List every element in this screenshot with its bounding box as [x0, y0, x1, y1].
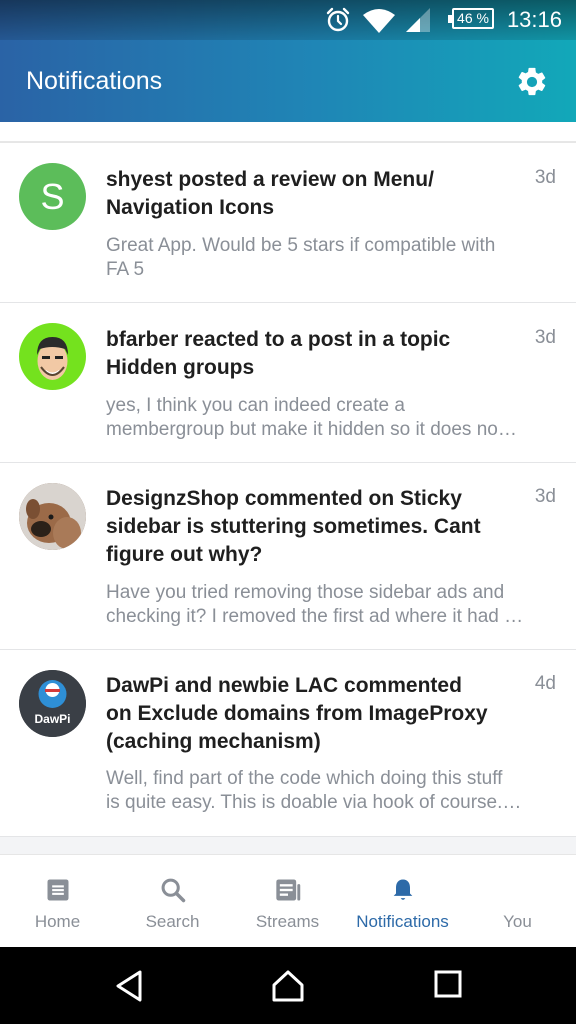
- list-top-strip: [0, 122, 576, 142]
- search-icon: [161, 878, 186, 903]
- snippet-line: membergroup but make it hidden so it doe…: [106, 419, 517, 440]
- notification-title: DesignzShop commented on Sticky sidebar …: [106, 485, 520, 569]
- title-line: figure out why?: [106, 543, 263, 566]
- snippet-line: is quite easy. This is doable via hook o…: [106, 792, 522, 813]
- battery-indicator: 46 %: [448, 8, 494, 29]
- snippet-line: yes, I think you can indeed create a: [106, 395, 405, 416]
- avatar[interactable]: DawPi: [19, 670, 86, 737]
- notification-snippet: yes, I think you can indeed create a mem…: [106, 394, 556, 442]
- notification-age: 3d: [534, 486, 556, 507]
- streams-icon: [276, 879, 301, 901]
- title-line: DawPi and newbie LAC commented: [106, 674, 462, 697]
- snippet-line: checking it? I removed the first ad wher…: [106, 606, 524, 627]
- notification-snippet: Well, find part of the code which doing …: [106, 767, 556, 815]
- notification-title: shyest posted a review on Menu/ Navigati…: [106, 166, 520, 222]
- title-line: on Exclude domains from ImageProxy: [106, 702, 488, 725]
- bottom-navigation: Home Search Streams Notifications You: [0, 854, 576, 947]
- avatar[interactable]: S: [19, 163, 86, 230]
- tab-label: You: [503, 912, 532, 931]
- notification-age: 3d: [534, 327, 556, 348]
- notification-list[interactable]: S shyest posted a review on Menu/ Naviga…: [0, 122, 576, 854]
- notification-item[interactable]: S shyest posted a review on Menu/ Naviga…: [0, 143, 576, 303]
- tab-label: Search: [145, 912, 200, 931]
- avatar[interactable]: [19, 323, 86, 390]
- tab-label: Home: [34, 912, 81, 931]
- wifi-icon: [363, 9, 395, 33]
- dog-photo-icon: [19, 483, 86, 550]
- bell-icon: [393, 879, 413, 900]
- tab-notifications[interactable]: Notifications: [345, 855, 460, 948]
- home-button-icon[interactable]: [271, 969, 305, 1003]
- snippet-line: FA 5: [106, 259, 145, 280]
- title-line: shyest posted a review on Menu/: [106, 168, 434, 191]
- title-line: (caching mechanism): [106, 730, 321, 753]
- title-line: Hidden groups: [106, 356, 255, 379]
- snippet-line: Great App. Would be 5 stars if compatibl…: [106, 235, 496, 256]
- gear-icon[interactable]: [515, 65, 549, 99]
- notification-item[interactable]: bfarber reacted to a post in a topic Hid…: [0, 303, 576, 463]
- cartoon-face-icon: [37, 337, 68, 380]
- tab-home[interactable]: Home: [0, 855, 115, 948]
- notification-snippet: Great App. Would be 5 stars if compatibl…: [106, 234, 556, 282]
- status-bar: 46 % 13:16: [0, 0, 576, 40]
- avatar-letter: S: [40, 175, 65, 217]
- notification-age: 3d: [534, 167, 556, 188]
- alarm-icon: [326, 7, 350, 32]
- clock: 13:16: [506, 7, 562, 32]
- notification-title: DawPi and newbie LAC commented on Exclud…: [106, 672, 520, 756]
- title-line: sidebar is stuttering sometimes. Cant: [106, 515, 481, 538]
- system-navigation-bar: [0, 947, 576, 1024]
- tab-label: Streams: [255, 912, 320, 931]
- tab-streams[interactable]: Streams: [230, 855, 345, 948]
- notification-snippet: Have you tried removing those sidebar ad…: [106, 581, 556, 629]
- recents-icon[interactable]: [433, 969, 463, 999]
- notification-title: bfarber reacted to a post in a topic Hid…: [106, 326, 520, 382]
- avatar[interactable]: [19, 483, 86, 550]
- title-line: DesignzShop commented on Sticky: [106, 487, 462, 510]
- tab-label: Notifications: [356, 912, 449, 931]
- tab-search[interactable]: Search: [115, 855, 230, 948]
- home-icon: [47, 879, 69, 901]
- snippet-line: Well, find part of the code which doing …: [106, 768, 503, 789]
- notification-item[interactable]: DawPi DawPi and newbie LAC commented on …: [0, 650, 576, 837]
- notification-item[interactable]: DesignzShop commented on Sticky sidebar …: [0, 463, 576, 650]
- avatar-label: DawPi: [34, 712, 71, 726]
- title-line: Navigation Icons: [106, 196, 275, 219]
- title-line: bfarber reacted to a post in a topic: [106, 328, 451, 351]
- dawpi-logo-icon: [19, 670, 86, 737]
- page-title: Notifications: [26, 67, 163, 95]
- snippet-line: Have you tried removing those sidebar ad…: [106, 582, 505, 603]
- header: 46 % 13:16 Notifications: [0, 0, 576, 122]
- back-icon[interactable]: [113, 969, 145, 1003]
- notification-age: 4d: [534, 673, 556, 694]
- signal-icon: [406, 8, 430, 32]
- tab-you[interactable]: You: [460, 855, 575, 948]
